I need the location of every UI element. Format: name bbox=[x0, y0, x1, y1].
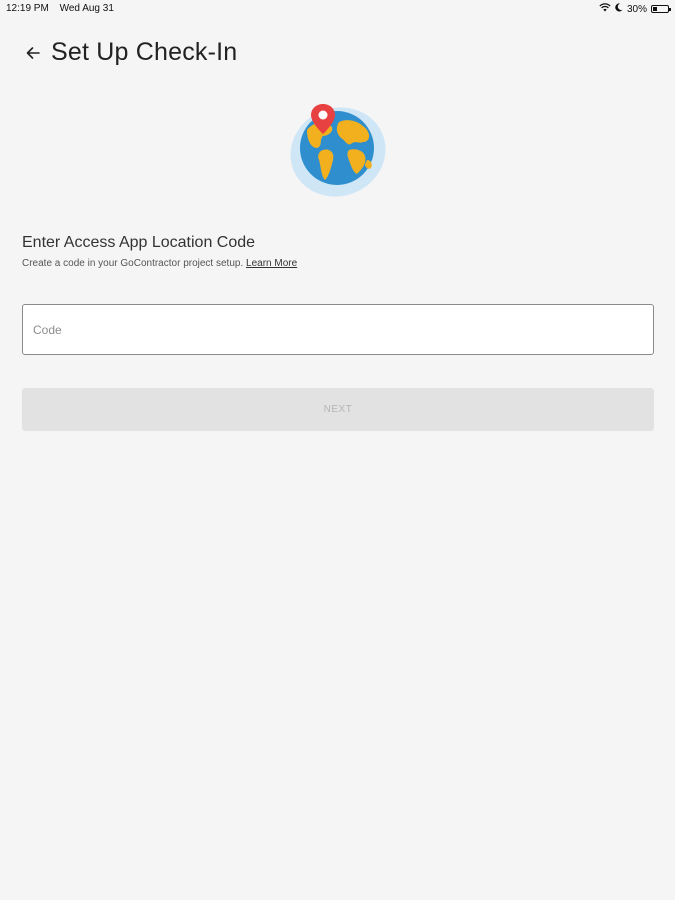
subtext-label: Create a code in your GoContractor proje… bbox=[22, 258, 244, 269]
battery-percent: 30% bbox=[626, 3, 647, 15]
battery-icon bbox=[651, 5, 671, 13]
next-button[interactable]: NEXT bbox=[22, 388, 654, 431]
status-date: Wed Aug 31 bbox=[59, 3, 114, 14]
learn-more-link[interactable]: Learn More bbox=[246, 258, 297, 269]
battery-fill bbox=[653, 7, 657, 11]
moon-icon bbox=[615, 3, 623, 15]
wifi-icon bbox=[599, 3, 611, 15]
page-title: Set Up Check-In bbox=[51, 38, 238, 66]
section-heading: Enter Access App Location Code bbox=[22, 234, 256, 251]
globe-location-pin-icon bbox=[285, 100, 391, 204]
header: Set Up Check-In bbox=[22, 38, 237, 67]
status-left: 12:19 PM Wed Aug 31 bbox=[6, 3, 122, 14]
section-subtext: Create a code in your GoContractor proje… bbox=[22, 258, 297, 269]
code-input[interactable] bbox=[22, 304, 654, 355]
status-bar: 12:19 PM Wed Aug 31 30% bbox=[0, 0, 675, 18]
status-right: 30% bbox=[599, 3, 671, 15]
arrow-left-icon bbox=[26, 46, 40, 59]
status-time: 12:19 PM bbox=[6, 3, 49, 14]
back-button[interactable] bbox=[22, 42, 44, 64]
